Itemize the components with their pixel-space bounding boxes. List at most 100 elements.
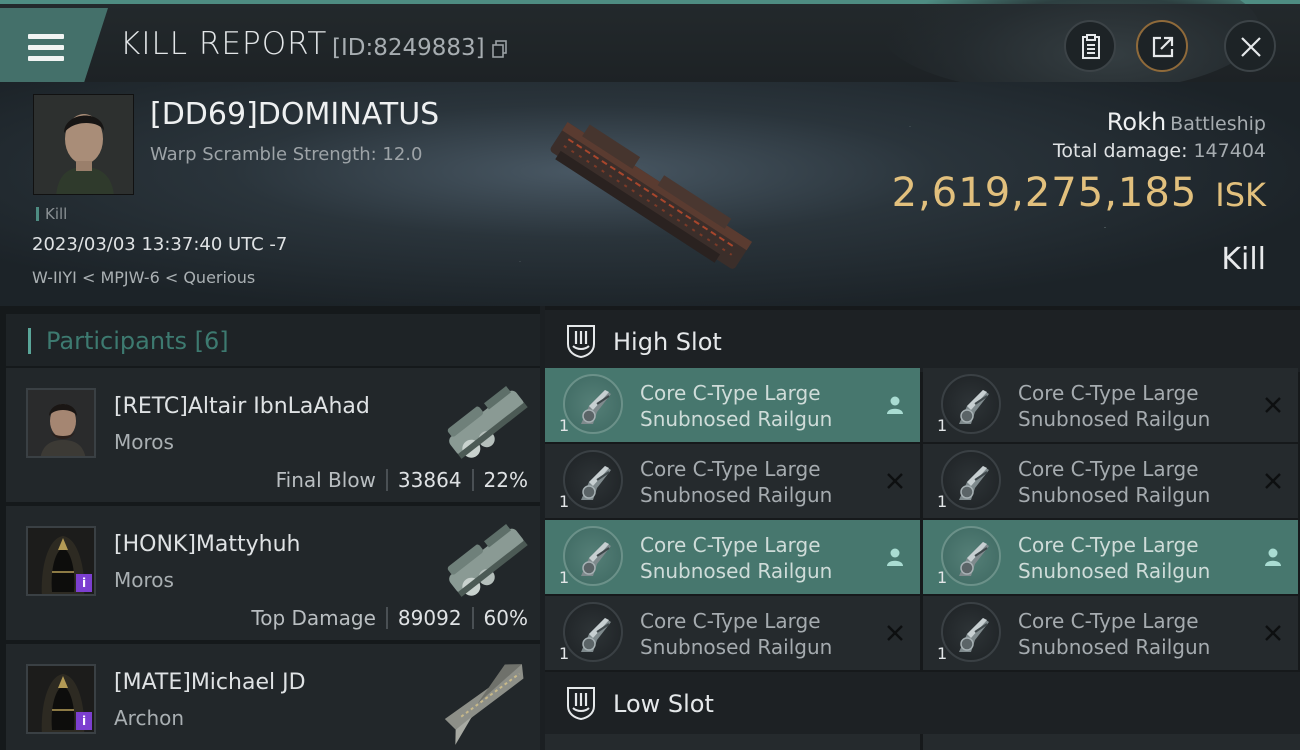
- module-name: Core C-Type Large Snubnosed Railgun: [640, 532, 832, 584]
- high-slot-item[interactable]: 1 Core C-Type Large Snubnosed Railgun: [545, 444, 920, 518]
- participant-damage: 33864: [397, 468, 462, 492]
- pilot-portrait-icon: [34, 95, 133, 194]
- pilot-icon: [1265, 548, 1281, 566]
- module-name-line1: Core C-Type Large: [640, 381, 821, 405]
- victim-name[interactable]: [DD69]DOMINATUS: [150, 97, 439, 132]
- module-name: Core C-Type Large Snubnosed Railgun: [640, 380, 832, 432]
- high-slot-item[interactable]: 1 Core C-Type Large Snubnosed Railgun: [545, 596, 920, 670]
- module-icon-ring: [563, 450, 623, 510]
- isk-unit: ISK: [1215, 176, 1266, 214]
- participant-percent: 60%: [483, 606, 528, 630]
- clipboard-button[interactable]: [1064, 20, 1116, 72]
- module-name-line2: Snubnosed Railgun: [640, 559, 833, 583]
- total-damage: Total damage: 147404: [1053, 140, 1266, 162]
- module-name-line1: Core C-Type Large: [1018, 609, 1199, 633]
- module-quantity: 1: [937, 568, 948, 587]
- participant-percent: 22%: [483, 468, 528, 492]
- report-id: [ID:8249883]: [332, 35, 485, 61]
- module-name-line1: Core C-Type Large: [640, 457, 821, 481]
- participants-title: Participants: [46, 327, 187, 355]
- participant-stats: Final Blow 33864 22%: [276, 468, 528, 492]
- participant-name[interactable]: [RETC]Altair IbnLaAhad: [114, 394, 370, 419]
- victim-ship[interactable]: Rokh Battleship: [1107, 108, 1266, 136]
- module-name-line1: Core C-Type Large: [1018, 533, 1199, 557]
- high-slot-icon: [567, 325, 595, 358]
- module-icon-ring: [563, 526, 623, 586]
- high-slot-title: High Slot: [613, 328, 722, 356]
- participant-row[interactable]: [RETC]Altair IbnLaAhad Moros Final Blow 3…: [6, 368, 540, 502]
- high-slot-item[interactable]: 1 Core C-Type Large Snubnosed Railgun: [545, 368, 920, 442]
- victim-avatar[interactable]: [33, 94, 134, 195]
- module-status: [884, 394, 906, 416]
- module-name-line1: Core C-Type Large: [1018, 381, 1199, 405]
- high-slot-item[interactable]: 1 Core C-Type Large Snubnosed Railgun: [545, 520, 920, 594]
- page-title: KILL REPORT: [120, 26, 328, 62]
- high-slot-item[interactable]: 1 Core C-Type Large Snubnosed Railgun: [923, 444, 1298, 518]
- module-quantity: 1: [937, 492, 948, 511]
- isk-value: 2,619,275,185 ISK: [892, 170, 1266, 216]
- module-icon-ring: [941, 450, 1001, 510]
- kill-location[interactable]: W-IIYI < MPJW-6 < Querious: [32, 268, 255, 287]
- module-icon-ring: [941, 526, 1001, 586]
- module-name-line1: Core C-Type Large: [640, 533, 821, 557]
- participant-stats: Top Damage 89092 60%: [251, 606, 528, 630]
- share-icon: [1152, 36, 1174, 58]
- module-icon-ring: [941, 602, 1001, 662]
- copy-icon[interactable]: [492, 40, 508, 58]
- total-damage-value: 147404: [1193, 140, 1266, 162]
- participant-name[interactable]: [HONK]Mattyhuh: [114, 532, 300, 557]
- module-name: Core C-Type Large Snubnosed Railgun: [1018, 608, 1210, 660]
- railgun-icon: [581, 542, 611, 576]
- total-damage-label: Total damage:: [1053, 140, 1188, 162]
- module-name-line2: Snubnosed Railgun: [1018, 559, 1211, 583]
- module-name-line2: Snubnosed Railgun: [640, 635, 833, 659]
- module-name: Core C-Type Large Snubnosed Railgun: [1018, 456, 1210, 508]
- module-name: Core C-Type Large Snubnosed Railgun: [640, 608, 832, 660]
- participants-title-wrap: Participants [6]: [46, 327, 229, 355]
- module-icon-ring: [563, 374, 623, 434]
- module-status: [884, 470, 906, 492]
- module-status: [884, 546, 906, 568]
- module-name-line2: Snubnosed Railgun: [640, 483, 833, 507]
- participants-header: Participants [6]: [6, 314, 540, 366]
- low-slot-item-partial[interactable]: [923, 734, 1300, 750]
- high-slot-item[interactable]: 1 Core C-Type Large Snubnosed Railgun: [923, 368, 1298, 442]
- participant-row[interactable]: i [HONK]Mattyhuh Moros Top Damage 89092 60…: [6, 506, 540, 640]
- module-icon-ring: [941, 374, 1001, 434]
- info-badge: i: [76, 574, 92, 592]
- warp-scramble-strength: Warp Scramble Strength: 12.0: [150, 144, 423, 165]
- destroyed-icon: [1265, 625, 1281, 641]
- pilot-icon: [887, 396, 903, 414]
- participant-ship-image: [444, 664, 524, 745]
- victim-ship-image[interactable]: [530, 107, 770, 287]
- module-name: Core C-Type Large Snubnosed Railgun: [1018, 532, 1210, 584]
- info-badge: i: [76, 712, 92, 730]
- participant-avatar[interactable]: [26, 388, 96, 458]
- participant-avatar[interactable]: i: [26, 526, 96, 596]
- participant-name[interactable]: [MATE]Michael JD: [114, 670, 306, 695]
- menu-button[interactable]: [0, 8, 108, 82]
- share-button[interactable]: [1136, 20, 1188, 72]
- module-quantity: 1: [559, 644, 570, 663]
- module-quantity: 1: [937, 644, 948, 663]
- clipboard-icon: [1082, 34, 1100, 59]
- participant-row[interactable]: i [MATE]Michael JD Archon: [6, 644, 540, 750]
- participant-ship: Moros: [114, 568, 174, 592]
- destroyed-icon: [887, 473, 903, 489]
- railgun-icon: [581, 618, 611, 652]
- low-slot-item-partial[interactable]: [545, 734, 920, 750]
- module-quantity: 1: [559, 492, 570, 511]
- railgun-icon: [959, 466, 989, 500]
- close-button[interactable]: [1224, 20, 1276, 72]
- isk-amount: 2,619,275,185: [891, 170, 1198, 216]
- module-status: [884, 622, 906, 644]
- high-slot-item[interactable]: 1 Core C-Type Large Snubnosed Railgun: [923, 520, 1298, 594]
- participant-role: Top Damage: [251, 606, 376, 630]
- kill-tag-label: Kill: [45, 205, 68, 223]
- fitting-slots-panel: High Slot 1 Core C-Type Large Snubnosed Ra…: [545, 306, 1300, 750]
- destroyed-icon: [887, 625, 903, 641]
- participants-panel: Participants [6] [RETC]Altair IbnLaAhad …: [0, 306, 540, 750]
- module-name-line1: Core C-Type Large: [640, 609, 821, 633]
- participant-avatar[interactable]: i: [26, 664, 96, 734]
- high-slot-item[interactable]: 1 Core C-Type Large Snubnosed Railgun: [923, 596, 1298, 670]
